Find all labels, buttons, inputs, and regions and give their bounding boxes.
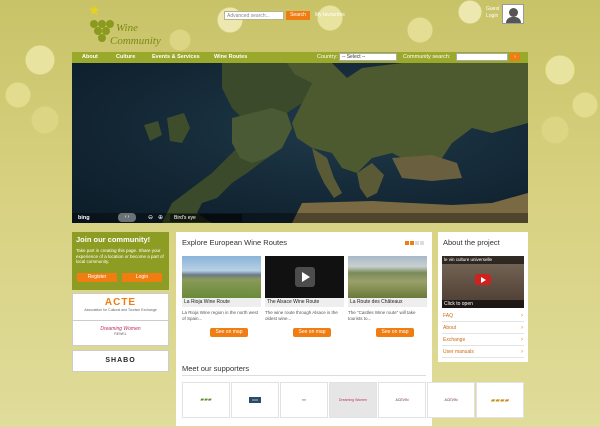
join-community-panel: Join our community! Take part in creatin…	[72, 232, 169, 290]
country-select[interactable]: -- Select --	[339, 53, 397, 61]
video-title: le vin culture universelle	[442, 256, 524, 264]
join-text: Take part in creating this page. Share y…	[76, 248, 164, 264]
supporter-logo[interactable]: ACEVIN	[378, 382, 426, 418]
link-label: About	[443, 325, 457, 331]
carousel-dot[interactable]	[410, 241, 414, 245]
about-title: About the project	[443, 238, 500, 247]
supporter-logo[interactable]: ▭▭	[231, 382, 279, 418]
supporter-logo[interactable]: ▪▪▪	[280, 382, 328, 418]
about-link-user-manuals[interactable]: User manuals ›	[442, 346, 524, 358]
about-video[interactable]: le vin culture universelle Click to open	[442, 256, 524, 308]
carousel-dots[interactable]	[404, 241, 424, 247]
wine-routes-panel: Explore European Wine Routes La Rioja Wi…	[176, 232, 432, 426]
nav-item-wine-routes[interactable]: Wine Routes	[214, 54, 247, 60]
alsace-video[interactable]	[265, 256, 344, 298]
carousel-dot[interactable]	[415, 241, 419, 245]
login-link[interactable]: Login	[486, 13, 499, 20]
link-label: Exchange	[443, 337, 466, 343]
supporter-name: ACEVIN	[395, 398, 409, 402]
guest-login[interactable]: Guest Login	[486, 6, 499, 20]
supporter-logo[interactable]: ▰▰▰▰	[476, 382, 524, 418]
route-caption[interactable]: The Alsace Wine Route	[265, 298, 344, 307]
advanced-search-input[interactable]: Advanced search...	[224, 11, 284, 20]
see-on-map-button[interactable]: See on map	[210, 328, 248, 337]
route-caption[interactable]: La Route des Châteaux	[348, 298, 427, 307]
nav-item-events[interactable]: Events & Services	[152, 54, 200, 60]
shabo-logo: SHABO	[105, 357, 136, 364]
route-card-alsace[interactable]: The Alsace Wine Route The wine route thr…	[265, 256, 344, 337]
map-toolbar	[72, 213, 528, 223]
guest-label: Guest	[486, 6, 500, 12]
community-search-label: Community search:	[403, 54, 451, 60]
about-link-faq[interactable]: FAQ ›	[442, 310, 524, 322]
about-link-about[interactable]: About ›	[442, 322, 524, 334]
register-button[interactable]: Register	[77, 273, 117, 282]
community-search-button[interactable]: ›	[510, 53, 520, 61]
partner-dreaming-women[interactable]: Dreaming Women REWEL	[72, 320, 169, 346]
bing-logo: bing	[78, 215, 90, 221]
supporter-name: ACEVIN	[444, 398, 458, 402]
about-project-panel: About the project le vin culture univers…	[438, 232, 528, 362]
site-logo[interactable]: ★ Wine Community	[86, 2, 186, 52]
chevron-right-icon: ›	[521, 337, 523, 343]
community-search-input[interactable]	[456, 53, 508, 61]
map-land	[144, 63, 528, 223]
chateaux-image[interactable]	[348, 256, 427, 298]
route-description: The "Castles Wine route" will take touri…	[348, 310, 416, 321]
my-favourites-link[interactable]: My favourites	[315, 12, 345, 18]
supporter-name: Dreaming Women	[338, 398, 368, 402]
play-icon[interactable]	[295, 267, 315, 287]
birds-eye-toggle[interactable]: Bird's eye	[170, 214, 242, 222]
search-button[interactable]: Search	[286, 11, 310, 20]
chevron-right-icon: ›	[521, 349, 523, 355]
join-title: Join our community!	[76, 235, 151, 244]
dreaming-women-note: REWEL	[114, 332, 127, 336]
nav-item-about[interactable]: About	[82, 54, 98, 60]
play-icon[interactable]	[475, 274, 491, 285]
see-on-map-button[interactable]: See on map	[293, 328, 331, 337]
carousel-dot[interactable]	[420, 241, 424, 245]
supporters-divider	[182, 375, 426, 376]
map-nav-control[interactable]: ‹ ›	[118, 213, 136, 222]
logo-word-wine: Wine	[116, 22, 138, 34]
video-click-to-open[interactable]: Click to open	[442, 300, 524, 308]
logo-word-community: Community	[110, 35, 161, 47]
star-icon: ★	[88, 2, 101, 18]
supporter-logo[interactable]: Dreaming Women	[329, 382, 377, 418]
route-description: La Rioja Wine region in the north west o…	[182, 310, 259, 321]
carousel-dot[interactable]	[405, 241, 409, 245]
partner-shabo[interactable]: SHABO	[72, 350, 169, 372]
europe-map[interactable]: bing ‹ › ⊖ ⊕ Bird's eye	[72, 63, 528, 223]
zoom-out-icon[interactable]: ⊖	[148, 214, 153, 221]
nav-item-culture[interactable]: Culture	[116, 54, 135, 60]
link-label: FAQ	[443, 313, 454, 319]
supporter-logo[interactable]: ACEVIN	[427, 382, 475, 418]
acte-logo: ACTE	[104, 297, 137, 308]
country-label: Country:	[317, 54, 338, 60]
see-on-map-button[interactable]: See on map	[376, 328, 414, 337]
acte-note: Association for Cultural and Tourism Exc…	[84, 308, 157, 312]
routes-title: Explore European Wine Routes	[182, 238, 288, 247]
supporters-title: Meet our supporters	[182, 364, 250, 373]
rioja-image[interactable]	[182, 256, 261, 298]
link-label: User manuals	[443, 349, 474, 355]
route-card-chateaux[interactable]: La Route des Châteaux The "Castles Wine …	[348, 256, 427, 337]
route-caption[interactable]: La Rioja Wine Route	[182, 298, 261, 307]
avatar[interactable]	[502, 4, 524, 24]
page-wrapper: ★ Wine Community Advanced search... Sear…	[72, 0, 528, 427]
route-description: The wine route through Alsace is the old…	[265, 310, 338, 321]
join-login-button[interactable]: Login	[122, 273, 162, 282]
supporter-logo[interactable]: ▰▰▰	[182, 382, 230, 418]
chevron-right-icon: ›	[521, 325, 523, 331]
route-card-rioja[interactable]: La Rioja Wine Route La Rioja Wine region…	[182, 256, 261, 337]
chevron-right-icon: ›	[521, 313, 523, 319]
zoom-in-icon[interactable]: ⊕	[158, 214, 163, 221]
about-link-exchange[interactable]: Exchange ›	[442, 334, 524, 346]
about-links: FAQ › About › Exchange › User manuals ›	[442, 310, 524, 358]
main-nav: About Culture Events & Services Wine Rou…	[72, 52, 528, 63]
